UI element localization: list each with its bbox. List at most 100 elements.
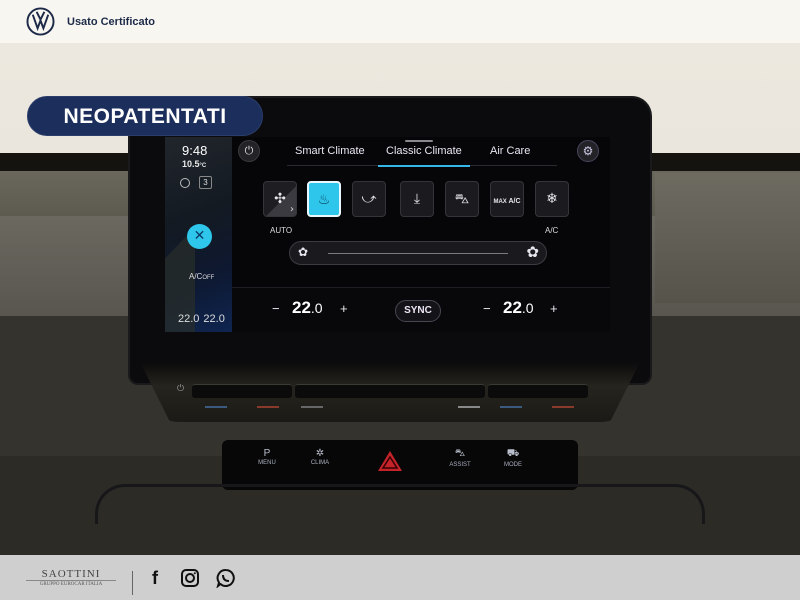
airflow-upper-body-icon: ⤻ (361, 191, 377, 207)
status-panel: 9:48 10.5°C 3 ✕ A/COFF 22.0 22.0 (165, 137, 232, 332)
max-ac-icon: MAX A/C (493, 198, 521, 205)
windshield-defrost-button[interactable]: ♨ (307, 181, 341, 217)
hot-indicator (257, 406, 279, 408)
drag-handle[interactable] (405, 140, 433, 142)
power-icon: ⏻ (244, 144, 254, 157)
dealer-subtitle: GRUPPO EUROCAR ITALIA (39, 582, 103, 587)
airflow-feet-icon: ⤓ (413, 191, 421, 207)
max-label: MAX (493, 199, 507, 205)
console-power-icon[interactable]: ⏻ (177, 384, 184, 394)
outside-temp-value: 10.5 (182, 159, 200, 169)
recirculation-button[interactable]: ⛍ (445, 181, 479, 217)
outside-temp-unit: °C (199, 163, 207, 169)
max-ac-label: A/C (508, 198, 521, 205)
recirculation-icon[interactable] (180, 178, 190, 188)
driver-temp-slider[interactable] (192, 384, 292, 398)
car-recirculation-icon: ⛍ (454, 191, 470, 207)
assist-label: ASSIST (449, 462, 471, 468)
tab-air-care[interactable]: Air Care (490, 145, 530, 166)
whatsapp-icon[interactable] (216, 568, 236, 588)
menu-label: MENU (258, 460, 276, 466)
site-footer: SAOTTINI GRUPPO EUROCAR ITALIA f (0, 555, 800, 600)
cold-indicator (500, 406, 522, 408)
drive-mode-icon: ⛟ (506, 448, 520, 459)
seat-heating-level[interactable]: 3 (199, 176, 212, 189)
fan-large-icon: ✿ (526, 243, 539, 261)
driver-temp-dec: .0 (310, 300, 323, 316)
settings-button[interactable]: ⚙ (577, 140, 599, 162)
passenger-temp-slider[interactable] (488, 384, 588, 398)
console-lip (95, 484, 705, 524)
fan-icon: ✣ (274, 191, 286, 207)
infotainment-screen: 9:48 10.5°C 3 ✕ A/COFF 22.0 22.0 ⏻ Smart … (165, 137, 610, 332)
mode-button[interactable]: ⛟ MODE (493, 448, 533, 468)
neopatentati-badge: NEOPATENTATI (27, 96, 263, 136)
driver-temperature: 22.0 (292, 298, 323, 318)
max-ac-button[interactable]: MAX A/C (490, 181, 524, 217)
menu-button[interactable]: P MENU (247, 448, 287, 466)
power-button[interactable]: ⏻ (238, 140, 260, 162)
ac-label: A/C (189, 272, 203, 281)
ac-label: A/C (545, 226, 559, 235)
auto-label: AUTO (270, 226, 293, 235)
climate-mode-buttons: ✣ › ♨ ⤻ ⤓ ⛍ MAX A/C ❄ AUTO A/C (263, 181, 573, 235)
snowflake-icon: ❄ (546, 191, 558, 207)
fan-touch-slider[interactable] (295, 384, 485, 398)
dealer-name: SAOTTINI (26, 568, 116, 581)
driver-temp-int: 22 (292, 298, 311, 317)
climate-icon: ✲ (315, 448, 325, 459)
site-header: Usato Certificato (0, 0, 800, 43)
fan-speed-slider[interactable]: ✿ ✿ (289, 241, 547, 265)
facebook-icon[interactable]: f (145, 568, 165, 588)
driver-temp-increase[interactable]: + (340, 301, 348, 316)
status-temperatures: 22.0 22.0 (178, 313, 229, 325)
climate-tabs: Smart Climate Classic Climate Air Care (287, 144, 557, 167)
page: Usato Certificato 9:48 10.5°C 3 ✕ A/COFF… (0, 0, 800, 600)
sync-button[interactable]: SYNC (395, 300, 441, 322)
climate-panel: ⏻ Smart Climate Classic Climate Air Care… (232, 137, 610, 332)
assist-icon: ⛍ (454, 448, 466, 459)
cold-indicator (205, 406, 227, 408)
clock: 9:48 (182, 143, 208, 158)
vw-logo-icon[interactable] (26, 7, 55, 36)
airflow-feet-button[interactable]: ⤓ (400, 181, 434, 217)
instagram-icon[interactable] (180, 568, 200, 588)
tab-smart-climate[interactable]: Smart Climate (295, 145, 365, 166)
mode-label: MODE (504, 462, 522, 468)
windshield-defrost-icon: ♨ (317, 192, 331, 208)
hot-indicator (552, 406, 574, 408)
parking-menu-icon: P (263, 448, 271, 459)
passenger-temp-int: 22 (503, 298, 522, 317)
clima-button[interactable]: ✲ CLIMA (300, 448, 340, 466)
fan-small-icon: ✿ (298, 245, 309, 259)
passenger-temp-dec: .0 (521, 300, 534, 316)
dealer-logo[interactable]: SAOTTINI GRUPPO EUROCAR ITALIA (26, 568, 116, 587)
outside-temperature: 10.5°C (182, 159, 206, 169)
ac-off-button[interactable]: ✕ (187, 224, 212, 249)
ac-off-label: A/COFF (189, 272, 214, 281)
dashboard-right-panel (655, 173, 800, 303)
driver-temp-decrease[interactable]: − (272, 301, 280, 316)
neutral-indicator (458, 406, 480, 408)
close-icon: ✕ (193, 228, 206, 244)
status-passenger-temp: 22.0 (203, 313, 225, 325)
passenger-temp-increase[interactable]: + (550, 301, 558, 316)
temperature-controls: − 22.0 + SYNC − 22.0 + (232, 287, 610, 332)
passenger-temp-decrease[interactable]: − (483, 301, 491, 316)
fan-slider-track[interactable] (328, 253, 508, 254)
tab-classic-climate[interactable]: Classic Climate (378, 145, 470, 167)
status-driver-temp: 22.0 (178, 313, 200, 325)
chevron-right-icon: › (290, 204, 294, 215)
climate-slider-console: ⏻ (140, 362, 640, 422)
footer-divider (132, 571, 133, 595)
console-button-row: P MENU ✲ CLIMA ⛍ ASSIST ⛟ MODE (222, 440, 578, 490)
clima-label: CLIMA (310, 460, 330, 466)
assist-button[interactable]: ⛍ ASSIST (440, 448, 480, 468)
auto-fan-button[interactable]: ✣ › (263, 181, 297, 217)
gear-icon: ⚙ (582, 144, 594, 158)
hazard-button[interactable] (377, 450, 403, 472)
airflow-upper-button[interactable]: ⤻ (352, 181, 386, 217)
ac-button[interactable]: ❄ (535, 181, 569, 217)
ac-off-suffix: OFF (202, 275, 215, 281)
header-title[interactable]: Usato Certificato (67, 16, 155, 28)
